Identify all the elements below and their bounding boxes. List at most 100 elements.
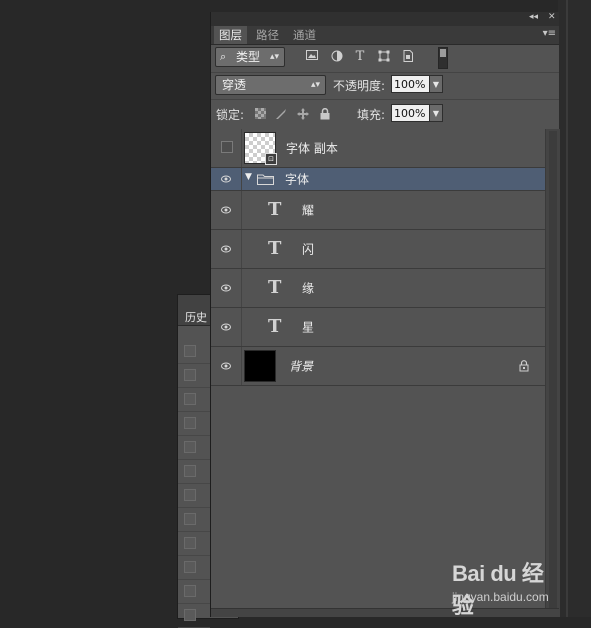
history-checkbox[interactable]	[184, 417, 196, 429]
visibility-cell[interactable]	[211, 269, 242, 307]
history-row[interactable]	[178, 340, 210, 364]
history-checkbox[interactable]	[184, 537, 196, 549]
lock-pixels-icon[interactable]	[275, 108, 287, 120]
image-filter-icon[interactable]	[305, 50, 319, 64]
blend-mode-select[interactable]: 穿透 ▴▾	[215, 75, 326, 95]
right-dock-strip	[558, 0, 591, 617]
history-checkbox[interactable]	[184, 561, 196, 573]
layer-name: 闪	[302, 242, 315, 257]
eye-icon[interactable]	[221, 362, 231, 370]
history-checkbox[interactable]	[184, 345, 196, 357]
history-row[interactable]	[178, 364, 210, 388]
eye-icon[interactable]	[221, 206, 231, 214]
filter-kind-label: 类型	[236, 50, 261, 64]
opacity-input[interactable]: 100%	[391, 75, 433, 93]
visibility-cell[interactable]	[211, 230, 242, 268]
history-rows	[178, 340, 210, 628]
layers-list: ⊡ 字体 副本 ▼ 字体 T 耀 T 闪 T 缘 T 星 背景	[211, 129, 545, 386]
panel-menu-icon[interactable]: ▾≡	[543, 28, 556, 39]
history-checkbox[interactable]	[184, 513, 196, 525]
layer-name: 字体	[285, 172, 310, 187]
blend-row: 穿透 ▴▾ 不透明度: 100% ▼	[211, 72, 559, 100]
visibility-cell[interactable]	[211, 308, 242, 346]
lock-icon	[519, 360, 529, 372]
smart-object-filter-icon[interactable]	[401, 50, 415, 64]
history-row[interactable]	[178, 532, 210, 556]
history-checkbox[interactable]	[184, 465, 196, 477]
visibility-cell[interactable]	[211, 347, 242, 385]
history-checkbox[interactable]	[184, 609, 196, 621]
dock-divider	[566, 0, 568, 617]
chevron-updown-icon: ▴▾	[269, 52, 279, 62]
panel-titlebar: ◂◂ ✕	[211, 12, 559, 26]
text-layer-icon: T	[268, 316, 282, 337]
fill-input[interactable]: 100%	[391, 104, 433, 122]
history-checkbox[interactable]	[184, 585, 196, 597]
layer-row[interactable]: T 耀	[211, 191, 545, 230]
history-row[interactable]	[178, 412, 210, 436]
visibility-cell[interactable]	[211, 191, 242, 229]
layer-group-row[interactable]: ▼ 字体	[211, 168, 545, 191]
fill-label: 填充:	[357, 108, 386, 122]
filter-kind-select[interactable]: ⌕ 类型 ▴▾	[215, 47, 285, 67]
history-row[interactable]	[178, 460, 210, 484]
history-checkbox[interactable]	[184, 393, 196, 405]
layer-name: 星	[302, 320, 315, 335]
history-row[interactable]	[178, 508, 210, 532]
lock-transparency-icon[interactable]	[254, 108, 266, 120]
filter-toggle-knob	[440, 49, 446, 57]
layer-row[interactable]: T 星	[211, 308, 545, 347]
type-filter-icon[interactable]: T	[353, 50, 367, 64]
search-icon: ⌕	[220, 50, 227, 63]
history-row[interactable]	[178, 556, 210, 580]
layer-thumbnail	[244, 350, 276, 382]
panel-tabbar: 图层 路径 通道 ▾≡	[211, 26, 559, 45]
lock-row: 锁定: 填充: 100% ▼	[211, 99, 559, 130]
watermark-url: jingyan.baidu.com	[452, 590, 549, 604]
text-layer-icon: T	[268, 238, 282, 259]
collapse-icon[interactable]: ◂◂	[529, 12, 538, 22]
tab-channels[interactable]: 通道	[288, 26, 321, 44]
lock-position-icon[interactable]	[297, 108, 309, 120]
history-row[interactable]	[178, 604, 210, 628]
filter-toggle[interactable]	[438, 47, 448, 69]
history-row[interactable]	[178, 484, 210, 508]
visibility-cell[interactable]	[211, 129, 242, 167]
lock-label: 锁定:	[216, 108, 245, 122]
shape-filter-icon[interactable]	[377, 50, 391, 64]
eye-icon[interactable]	[221, 175, 231, 183]
smart-object-icon: ⊡	[265, 153, 277, 165]
folder-icon	[257, 174, 274, 185]
close-icon[interactable]: ✕	[548, 12, 556, 22]
history-row[interactable]	[178, 580, 210, 604]
expand-triangle-icon[interactable]: ▼	[245, 172, 252, 182]
history-checkbox[interactable]	[184, 441, 196, 453]
history-row[interactable]	[178, 388, 210, 412]
layer-row[interactable]: T 闪	[211, 230, 545, 269]
visibility-checkbox[interactable]	[221, 141, 233, 153]
eye-icon[interactable]	[221, 284, 231, 292]
scrollbar-track[interactable]	[549, 131, 557, 615]
layers-scrollbar[interactable]	[545, 129, 560, 617]
visibility-cell[interactable]	[211, 168, 242, 190]
text-layer-icon: T	[268, 277, 282, 298]
layer-row[interactable]: T 缘	[211, 269, 545, 308]
tab-layers[interactable]: 图层	[214, 26, 247, 44]
text-layer-icon: T	[268, 199, 282, 220]
eye-icon[interactable]	[221, 323, 231, 331]
eye-icon[interactable]	[221, 245, 231, 253]
tab-paths[interactable]: 路径	[251, 26, 284, 44]
adjustment-filter-icon[interactable]	[330, 50, 344, 64]
watermark-brand: Bai du 经验	[452, 561, 544, 618]
lock-all-icon[interactable]	[319, 107, 331, 120]
layer-name: 耀	[302, 203, 315, 218]
layer-name: 缘	[302, 281, 315, 296]
opacity-dropdown[interactable]: ▼	[429, 75, 443, 93]
history-checkbox[interactable]	[184, 369, 196, 381]
fill-dropdown[interactable]: ▼	[429, 104, 443, 122]
layer-name: 背景	[289, 359, 314, 374]
history-checkbox[interactable]	[184, 489, 196, 501]
layer-row[interactable]: ⊡ 字体 副本	[211, 129, 545, 168]
layer-row[interactable]: 背景	[211, 347, 545, 386]
history-row[interactable]	[178, 436, 210, 460]
